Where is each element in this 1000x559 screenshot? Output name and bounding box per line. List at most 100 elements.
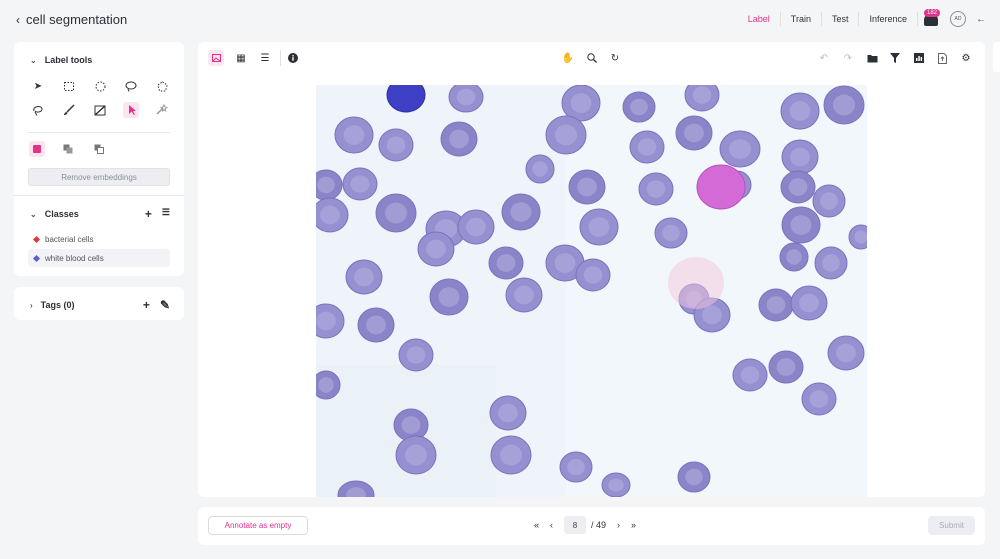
classes-toggle[interactable]: ⌄ Classes xyxy=(30,209,79,219)
cell-center xyxy=(608,478,624,492)
cell-center xyxy=(702,305,722,325)
notification-badge: 182 xyxy=(924,9,941,17)
cell-center xyxy=(570,93,592,113)
last-page-icon[interactable]: » xyxy=(631,520,636,530)
chevron-down-icon: ⌄ xyxy=(30,55,37,65)
class-item-label: white blood cells xyxy=(45,253,104,263)
class-item-bacterial-cells[interactable]: bacterial cells xyxy=(28,230,170,248)
cell-center xyxy=(406,346,426,364)
class-item-label: bacterial cells xyxy=(45,234,94,244)
logout-arrow-icon[interactable]: ← xyxy=(976,14,986,25)
annotate-as-empty-button[interactable]: Annotate as empty xyxy=(208,516,308,535)
brush-icon[interactable] xyxy=(61,102,77,118)
cell-center xyxy=(729,139,751,159)
cell-center xyxy=(685,468,703,486)
ellipse-icon[interactable] xyxy=(92,78,108,94)
cell-center xyxy=(320,205,340,225)
label-tools-header[interactable]: ⌄ Label tools xyxy=(30,55,92,65)
side-panel-edge xyxy=(993,42,1000,72)
cell-center xyxy=(343,125,365,145)
page-total: / 49 xyxy=(591,520,607,530)
image-canvas[interactable] xyxy=(316,85,867,497)
cell-center xyxy=(555,124,577,146)
mode-single-icon[interactable] xyxy=(29,141,45,157)
cell-center xyxy=(776,358,796,376)
reset-rotate-icon[interactable]: ↻ xyxy=(607,50,623,66)
add-class-icon[interactable]: + xyxy=(145,207,152,221)
tab-train[interactable]: Train xyxy=(781,12,822,26)
edit-tags-icon[interactable]: ✎ xyxy=(160,298,170,312)
tab-inference[interactable]: Inference xyxy=(859,12,918,26)
redo-icon[interactable]: ↷ xyxy=(840,50,856,66)
cell-center xyxy=(466,217,486,237)
pan-hand-icon[interactable]: ✋ xyxy=(560,50,576,66)
divider xyxy=(28,132,170,133)
top-bar: ‹ cell segmentation Label Train Test Inf… xyxy=(0,0,1000,40)
bottom-bar: Annotate as empty « ‹ 8 / 49 › » Submit xyxy=(198,507,985,545)
tool-grid: ➤ xyxy=(30,78,180,118)
cell-center xyxy=(630,98,648,116)
cell-center xyxy=(786,249,802,265)
list-view-icon[interactable]: ☰ xyxy=(257,50,273,66)
notifications-button[interactable]: 182 xyxy=(922,9,942,28)
avatar[interactable]: AD xyxy=(950,11,966,27)
cell-center xyxy=(692,86,712,104)
undo-icon[interactable]: ↶ xyxy=(816,50,832,66)
cell-center xyxy=(386,136,406,154)
remove-embeddings-button[interactable]: Remove embeddings xyxy=(28,168,170,186)
image-view-icon[interactable] xyxy=(208,50,224,66)
faint-cell xyxy=(668,257,724,309)
cell-center xyxy=(354,267,374,287)
class-color-swatch xyxy=(32,254,41,262)
cell-center xyxy=(788,178,808,196)
cell-center xyxy=(405,444,427,466)
back-to-projects[interactable]: ‹ cell segmentation xyxy=(16,12,127,27)
pointer-icon[interactable]: ➤ xyxy=(30,78,46,94)
mode-add-icon[interactable] xyxy=(60,141,76,157)
page-number-input[interactable]: 8 xyxy=(564,516,587,534)
mode-subtract-icon[interactable] xyxy=(91,141,107,157)
add-tag-icon[interactable]: + xyxy=(143,298,150,312)
freehand-lasso-icon[interactable] xyxy=(30,102,46,118)
folder-settings-icon[interactable] xyxy=(864,50,880,66)
polygon-icon[interactable] xyxy=(154,78,170,94)
settings-gear-icon[interactable]: ⚙ xyxy=(958,50,974,66)
tags-toggle[interactable]: › Tags (0) xyxy=(30,300,75,310)
rectangle-icon[interactable] xyxy=(61,78,77,94)
info-icon[interactable] xyxy=(285,50,301,66)
smart-select-icon[interactable] xyxy=(123,102,139,118)
statistics-icon[interactable] xyxy=(911,50,927,66)
cell-center xyxy=(318,377,334,393)
tab-test[interactable]: Test xyxy=(822,12,860,26)
magic-wand-icon[interactable] xyxy=(154,102,170,118)
pagination: « ‹ 8 / 49 › » xyxy=(534,516,636,534)
cell-center xyxy=(514,285,534,305)
cell-center xyxy=(790,147,810,167)
cell-center xyxy=(583,266,603,284)
next-page-icon[interactable]: › xyxy=(617,520,620,530)
export-file-icon[interactable] xyxy=(934,50,950,66)
lasso-icon[interactable] xyxy=(123,78,139,94)
cell-center xyxy=(820,192,838,210)
zoom-in-icon[interactable] xyxy=(584,50,600,66)
chevron-down-icon: ⌄ xyxy=(30,209,37,219)
first-page-icon[interactable]: « xyxy=(534,520,539,530)
grid-view-icon[interactable]: ▦ xyxy=(233,50,249,66)
cell-center xyxy=(449,129,469,149)
cell-center xyxy=(317,176,335,194)
filter-icon[interactable] xyxy=(887,50,903,66)
cell-center xyxy=(500,444,522,466)
tab-label[interactable]: Label xyxy=(738,12,781,26)
eraser-icon[interactable] xyxy=(92,102,108,118)
microscopy-image xyxy=(316,85,867,497)
cell-center xyxy=(456,88,476,106)
cell-center xyxy=(316,311,336,331)
submit-button[interactable]: Submit xyxy=(928,516,975,535)
label-tools-title: Label tools xyxy=(44,55,93,65)
cell-center xyxy=(350,175,370,193)
cell-center xyxy=(833,94,855,116)
prev-page-icon[interactable]: ‹ xyxy=(550,520,553,530)
class-list-settings-icon[interactable]: ☰ xyxy=(162,207,170,221)
classes-header: ⌄ Classes + ☰ xyxy=(30,207,170,221)
class-item-white-blood-cells[interactable]: white blood cells xyxy=(28,249,170,267)
